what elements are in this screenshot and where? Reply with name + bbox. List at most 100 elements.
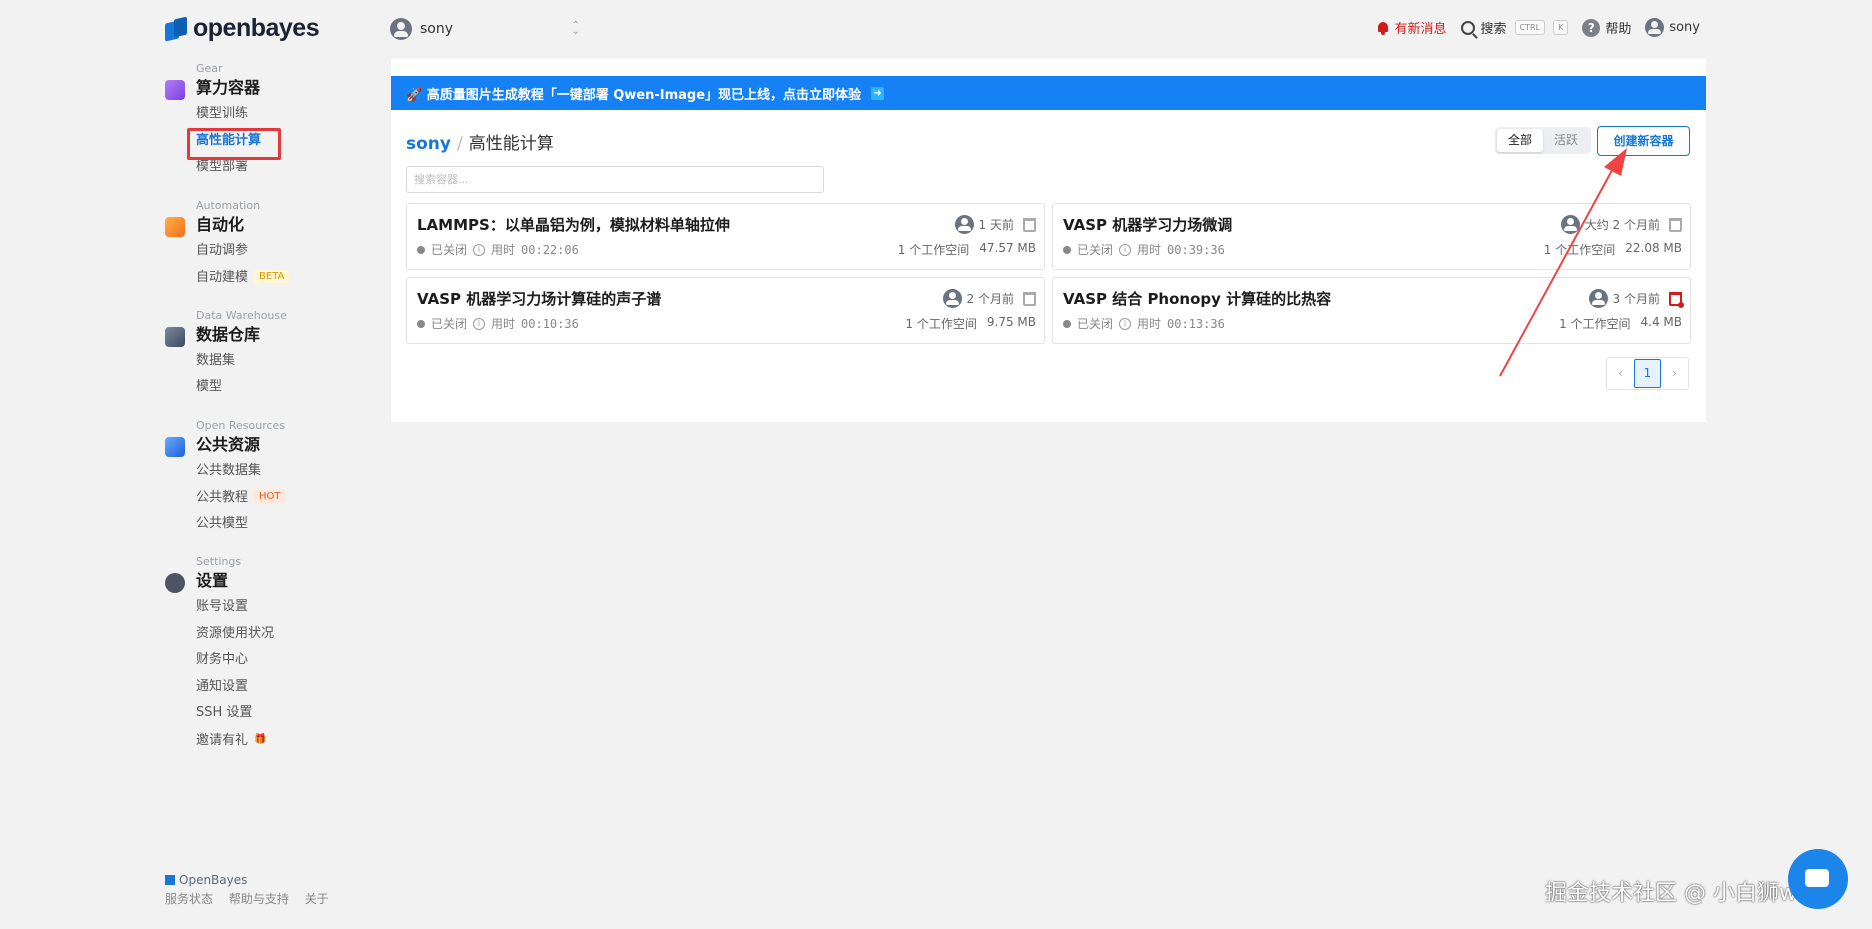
container-storage: 1 个工作空间 4.4 MB	[1559, 315, 1682, 332]
duration-label: 用时	[1137, 317, 1162, 331]
nav-group-settings: Settings 设置 账号设置 资源使用状况 财务中心 通知设置 SSH 设置…	[165, 555, 315, 753]
sidebar-item-usage[interactable]: 资源使用状况	[196, 621, 315, 648]
sidebar-item-model-training[interactable]: 模型训练	[196, 101, 315, 128]
kbd-ctrl: CTRL	[1514, 20, 1546, 35]
footer-link-about[interactable]: 关于	[305, 892, 329, 906]
nav-group-data: Data Warehouse 数据仓库 数据集 模型	[165, 309, 315, 401]
chat-icon[interactable]	[1788, 849, 1848, 909]
container-status: 已关闭	[431, 317, 468, 331]
settings-icon	[165, 573, 185, 593]
nav-head-settings: 设置	[196, 571, 229, 590]
brand-logo[interactable]: openbayes	[165, 14, 320, 43]
trash-icon[interactable]	[1669, 217, 1682, 232]
trash-icon[interactable]	[1023, 291, 1036, 306]
gift-icon: 🎁	[254, 733, 267, 745]
container-card[interactable]: LAMMPS：以单晶铝为例，模拟材料单轴拉伸 1 天前 已关闭 i 用时 00:…	[406, 203, 1045, 270]
avatar-icon	[942, 289, 962, 308]
container-time: 大约 2 个月前	[1584, 218, 1660, 232]
sidebar-item-public-tutorials[interactable]: 公共教程 HOT	[196, 484, 315, 511]
container-grid: LAMMPS：以单晶铝为例，模拟材料单轴拉伸 1 天前 已关闭 i 用时 00:…	[406, 203, 1691, 344]
sidebar-item-label: 公共教程	[196, 489, 249, 505]
sidebar-item-models[interactable]: 模型	[196, 374, 315, 401]
user-switcher[interactable]: sony ⌃ ⌄	[390, 18, 580, 40]
filter-active[interactable]: 活跃	[1543, 129, 1589, 152]
highlight-annotation	[187, 128, 281, 160]
sidebar-item-notifications[interactable]: 通知设置	[196, 674, 315, 701]
avatar-icon	[954, 215, 974, 234]
avatar-icon	[390, 18, 412, 40]
sidebar-item-public-datasets[interactable]: 公共数据集	[196, 458, 315, 485]
automation-icon	[165, 216, 185, 237]
filter-all[interactable]: 全部	[1497, 129, 1544, 152]
container-size: 22.08 MB	[1625, 241, 1682, 255]
container-status: 已关闭	[431, 243, 468, 257]
pagination-next[interactable]: ›	[1661, 358, 1688, 389]
info-icon: i	[473, 317, 486, 330]
chevron-updown-icon: ⌃ ⌄	[571, 20, 580, 37]
sidebar-item-invite[interactable]: 邀请有礼 🎁	[196, 727, 315, 754]
container-card[interactable]: VASP 机器学习力场微调 大约 2 个月前 已关闭 i 用时 00:39:36…	[1052, 203, 1691, 270]
search-label: 搜索	[1480, 22, 1507, 37]
container-meta: 大约 2 个月前	[1560, 215, 1682, 234]
breadcrumb: sony / 高性能计算	[406, 129, 554, 154]
sidebar-item-public-models[interactable]: 公共模型	[196, 511, 315, 538]
container-meta: 2 个月前	[942, 289, 1036, 308]
nav-head-data: 数据仓库	[196, 324, 261, 344]
promo-banner-text: 🚀 高质量图片生成教程「一键部署 Qwen-Image」现已上线，点击立即体验	[406, 87, 862, 103]
page-title: 高性能计算	[468, 134, 554, 154]
container-title: LAMMPS：以单晶铝为例，模拟材料单轴拉伸	[417, 216, 730, 234]
container-title: VASP 结合 Phonopy 计算硅的比热容	[1063, 290, 1332, 308]
pagination-page-current[interactable]: 1	[1634, 359, 1661, 388]
avatar-icon	[1588, 289, 1608, 308]
pagination-prev[interactable]: ‹	[1607, 358, 1634, 389]
sidebar-item-datasets[interactable]: 数据集	[196, 348, 315, 375]
brand-name: openbayes	[193, 14, 320, 42]
top-actions: 有新消息 搜索 CTRL K ? 帮助 sony	[1376, 18, 1700, 37]
notification-label: 有新消息	[1394, 22, 1447, 37]
sidebar-item-label: 邀请有礼	[196, 732, 249, 748]
container-status-row: 已关闭 i 用时 00:10:36	[417, 315, 579, 332]
hot-badge: HOT	[254, 490, 286, 503]
sidebar-item-label: 自动建模	[196, 269, 249, 285]
container-size: 47.57 MB	[979, 241, 1036, 255]
avatar-icon	[1560, 215, 1580, 234]
container-search-input[interactable]	[406, 166, 824, 193]
global-search-button[interactable]: 搜索 CTRL K	[1460, 18, 1569, 37]
sidebar-item-ssh[interactable]: SSH 设置	[196, 700, 315, 727]
create-container-button[interactable]: 创建新容器	[1597, 126, 1690, 156]
notification-link[interactable]: 有新消息	[1376, 18, 1447, 37]
sidebar-footer: OpenBayes 服务状态 帮助与支持 关于	[165, 873, 341, 907]
promo-banner[interactable]: 🚀 高质量图片生成教程「一键部署 Qwen-Image」现已上线，点击立即体验 …	[391, 76, 1706, 110]
container-time: 3 个月前	[1612, 292, 1660, 306]
container-storage: 1 个工作空间 22.08 MB	[1544, 241, 1682, 258]
container-storage: 1 个工作空间 47.57 MB	[898, 241, 1036, 258]
sidebar: Gear 算力容器 模型训练 高性能计算 模型部署 Automation 自动化…	[165, 62, 315, 771]
trash-icon[interactable]	[1669, 291, 1684, 308]
container-card[interactable]: VASP 机器学习力场计算硅的声子谱 2 个月前 已关闭 i 用时 00:10:…	[406, 277, 1045, 344]
sidebar-item-finance[interactable]: 财务中心	[196, 647, 315, 674]
search-icon	[1460, 20, 1475, 35]
info-icon: i	[1119, 243, 1132, 256]
nav-group-resources: Open Resources 公共资源 公共数据集 公共教程 HOT 公共模型	[165, 419, 315, 538]
sidebar-item-autotune[interactable]: 自动调参	[196, 238, 315, 265]
container-status-row: 已关闭 i 用时 00:13:36	[1063, 315, 1225, 332]
status-dot	[1063, 245, 1071, 254]
nav-group-automation: Automation 自动化 自动调参 自动建模 BETA	[165, 199, 315, 291]
sidebar-item-automodel[interactable]: 自动建模 BETA	[196, 264, 315, 291]
duration-label: 用时	[491, 243, 516, 257]
container-card[interactable]: VASP 结合 Phonopy 计算硅的比热容 3 个月前 已关闭 i 用时 0…	[1052, 277, 1691, 344]
help-link[interactable]: ? 帮助	[1582, 18, 1631, 37]
container-meta: 3 个月前	[1588, 289, 1684, 308]
status-dot	[417, 319, 425, 328]
container-duration: 00:10:36	[521, 316, 579, 331]
user-menu[interactable]: sony	[1645, 18, 1700, 37]
footer-link-status[interactable]: 服务状态	[165, 892, 213, 906]
footer-link-support[interactable]: 帮助与支持	[229, 892, 289, 906]
status-dot	[417, 245, 425, 254]
help-label: 帮助	[1605, 22, 1632, 37]
container-status-row: 已关闭 i 用时 00:39:36	[1063, 241, 1225, 258]
sidebar-item-account[interactable]: 账号设置	[196, 594, 315, 621]
container-meta: 1 天前	[954, 215, 1036, 234]
trash-icon[interactable]	[1023, 217, 1036, 232]
breadcrumb-user[interactable]: sony	[406, 134, 451, 154]
